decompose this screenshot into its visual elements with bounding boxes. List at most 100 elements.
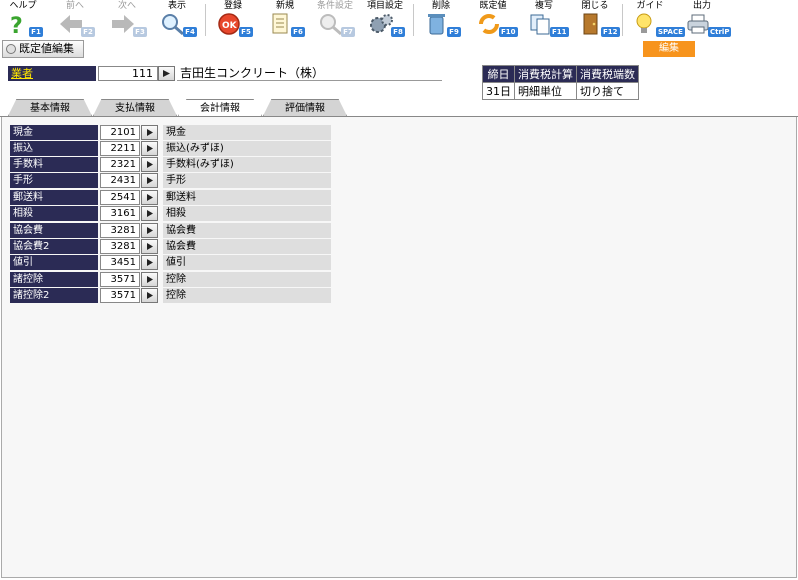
account-lookup-button[interactable] xyxy=(141,206,158,221)
condition-settings-label: 条件設定 xyxy=(316,1,353,11)
close-button[interactable]: 閉じる F12 xyxy=(572,0,620,40)
tab-basic-info[interactable]: 基本情報 xyxy=(8,99,92,116)
toolbar: ヘルプ ? F1 前へ F2 次へ F3 表示 F4 登録 OK F5 新規 F… xyxy=(0,0,798,40)
account-label: 諸控除 xyxy=(10,272,98,287)
register-button[interactable]: 登録 OK F5 xyxy=(210,0,256,40)
toolbar-separator xyxy=(205,4,206,36)
accounting-panel: 現金 2101 現金 振込 2211 振込(みずほ) 手数料 2321 手数料(… xyxy=(1,117,797,578)
tab-accounting-info[interactable]: 会計情報 xyxy=(178,99,262,116)
account-name: 控除 xyxy=(163,288,331,303)
previous-button[interactable]: 前へ F2 xyxy=(52,0,98,40)
copy-key: F11 xyxy=(550,27,569,37)
account-label: 郵送料 xyxy=(10,190,98,205)
account-code-field[interactable]: 3451 xyxy=(100,255,140,270)
account-label: 協会費2 xyxy=(10,239,98,254)
account-name: 相殺 xyxy=(163,206,331,221)
account-code-field[interactable]: 3571 xyxy=(100,288,140,303)
account-lookup-button[interactable] xyxy=(141,288,158,303)
account-code-field[interactable]: 3161 xyxy=(100,206,140,221)
display-button[interactable]: 表示 F4 xyxy=(154,0,200,40)
next-key: F3 xyxy=(133,27,147,37)
account-lookup-button[interactable] xyxy=(141,255,158,270)
previous-button-label: 前へ xyxy=(65,1,84,11)
account-code-field[interactable]: 2541 xyxy=(100,190,140,205)
account-label: 諸控除2 xyxy=(10,288,98,303)
new-key: F6 xyxy=(291,27,305,37)
account-lookup-button[interactable] xyxy=(141,157,158,172)
output-button[interactable]: 出力 CtrlP xyxy=(679,0,732,40)
svg-text:OK: OK xyxy=(222,21,238,31)
new-button-label: 新規 xyxy=(275,1,294,11)
vendor-name: 吉田生コンクリート（株） xyxy=(177,66,442,81)
delete-key: F9 xyxy=(447,27,461,37)
guide-button[interactable]: ガイド SPACE xyxy=(627,0,685,40)
account-name: 現金 xyxy=(163,125,331,140)
toolbar-separator xyxy=(413,4,414,36)
title-bar: 既定値編集 編集 xyxy=(0,40,798,59)
account-lookup-button[interactable] xyxy=(141,239,158,254)
help-button[interactable]: ヘルプ ? F1 xyxy=(0,0,46,40)
account-lookup-button[interactable] xyxy=(141,125,158,140)
account-name: 協会費 xyxy=(163,239,331,254)
mode-badge: 編集 xyxy=(643,41,695,57)
new-button[interactable]: 新規 F6 xyxy=(262,0,308,40)
account-name: 手数料(みずほ) xyxy=(163,157,331,172)
account-label: 現金 xyxy=(10,125,98,140)
default-value-button[interactable]: 既定値 F10 xyxy=(470,0,518,40)
close-key: F12 xyxy=(601,27,620,37)
item-settings-key: F8 xyxy=(391,27,405,37)
help-key: F1 xyxy=(29,27,43,37)
account-name: 値引 xyxy=(163,255,331,270)
account-label: 協会費 xyxy=(10,223,98,238)
vendor-code-field[interactable]: 111 xyxy=(98,66,158,81)
account-label: 相殺 xyxy=(10,206,98,221)
account-lookup-button[interactable] xyxy=(141,173,158,188)
account-lookup-button[interactable] xyxy=(141,190,158,205)
account-name: 手形 xyxy=(163,173,331,188)
output-button-label: 出力 xyxy=(692,1,711,11)
account-code-field[interactable]: 2431 xyxy=(100,173,140,188)
account-code-field[interactable]: 2101 xyxy=(100,125,140,140)
account-code-field[interactable]: 2211 xyxy=(100,141,140,156)
delete-button-label: 削除 xyxy=(431,1,450,11)
account-code-field[interactable]: 3281 xyxy=(100,239,140,254)
account-name: 協会費 xyxy=(163,223,331,238)
closing-day-header: 締日 xyxy=(482,65,515,83)
register-button-label: 登録 xyxy=(223,1,242,11)
default-value-key: F10 xyxy=(499,27,518,37)
account-label: 手数料 xyxy=(10,157,98,172)
account-lookup-button[interactable] xyxy=(141,141,158,156)
close-button-label: 閉じる xyxy=(581,1,609,11)
copy-button[interactable]: 複写 F11 xyxy=(521,0,569,40)
account-name: 振込(みずほ) xyxy=(163,141,331,156)
previous-key: F2 xyxy=(81,27,95,37)
account-code-field[interactable]: 3281 xyxy=(100,223,140,238)
delete-button[interactable]: 削除 F9 xyxy=(418,0,464,40)
copy-button-label: 複写 xyxy=(534,1,553,11)
closing-day-value: 31日 xyxy=(482,82,515,100)
account-name: 郵送料 xyxy=(163,190,331,205)
vendor-label[interactable]: 業者 xyxy=(8,66,96,81)
condition-settings-button[interactable]: 条件設定 F7 xyxy=(312,0,358,40)
tab-payment-info[interactable]: 支払情報 xyxy=(93,99,177,116)
tab-evaluation-info[interactable]: 評価情報 xyxy=(263,99,347,116)
vendor-info-table: 締日 消費税計算 消費税端数 31日 明細単位 切り捨て xyxy=(482,65,639,100)
item-settings-button[interactable]: 項目設定 F8 xyxy=(362,0,408,40)
screen-title: 既定値編集 xyxy=(2,40,84,58)
next-button[interactable]: 次へ F3 xyxy=(104,0,150,40)
item-settings-label: 項目設定 xyxy=(366,1,403,11)
account-label: 手形 xyxy=(10,173,98,188)
tax-rounding-value: 切り捨て xyxy=(576,82,639,100)
tax-rounding-header: 消費税端数 xyxy=(576,65,639,83)
register-key: F5 xyxy=(239,27,253,37)
account-lookup-button[interactable] xyxy=(141,272,158,287)
tax-calc-header: 消費税計算 xyxy=(514,65,577,83)
vendor-lookup-button[interactable] xyxy=(158,66,175,81)
default-value-label: 既定値 xyxy=(479,1,507,11)
account-lookup-button[interactable] xyxy=(141,223,158,238)
account-label: 値引 xyxy=(10,255,98,270)
output-key: CtrlP xyxy=(708,27,732,37)
account-code-field[interactable]: 2321 xyxy=(100,157,140,172)
account-code-field[interactable]: 3571 xyxy=(100,272,140,287)
tab-bar: 基本情報 支払情報 会計情報 評価情報 xyxy=(0,99,798,116)
